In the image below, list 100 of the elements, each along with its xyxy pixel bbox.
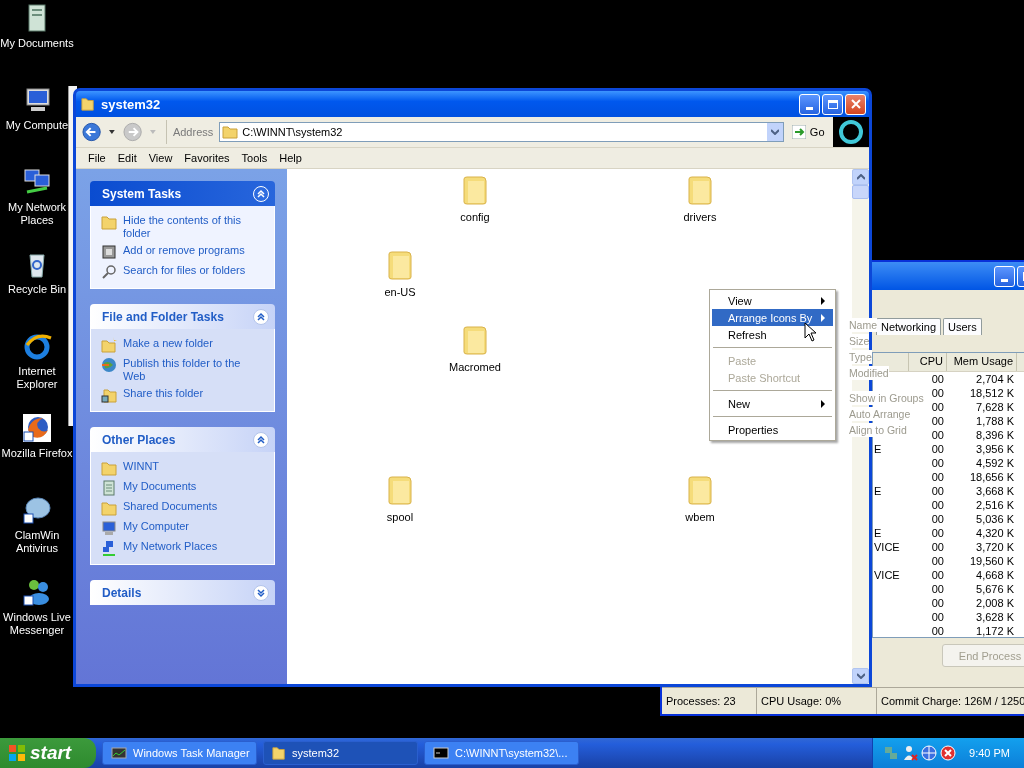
table-cell: 00 [931, 485, 944, 497]
table-cell: 00 [931, 499, 944, 511]
column-header[interactable]: CPU [909, 353, 947, 371]
folder-icon [222, 124, 239, 140]
table-cell: 8,396 K [976, 429, 1014, 441]
folder-label[interactable]: wbem [685, 511, 715, 523]
maximize-button[interactable] [822, 93, 843, 115]
table-cell: 00 [931, 457, 944, 469]
menu-item[interactable]: Auto Arrange [849, 407, 911, 421]
folder-icon [101, 500, 117, 516]
pane-header[interactable]: Other Places [90, 427, 275, 452]
icon-label: My Network Places [6, 201, 68, 227]
menu-item[interactable]: Show in Groups [849, 391, 924, 405]
menu-item[interactable]: Favorites [178, 152, 236, 164]
menu-item[interactable]: View [712, 292, 833, 309]
task-link[interactable]: Shared Documents [123, 500, 218, 513]
table-cell: 00 [931, 555, 944, 567]
folder-icon [81, 96, 95, 112]
table-cell: 1,788 K [976, 415, 1014, 427]
menu-item[interactable]: Name [849, 318, 877, 332]
computer-icon [101, 520, 117, 536]
menu-item[interactable]: Align to Grid [849, 423, 907, 437]
table-cell: 00 [931, 387, 944, 399]
clock: 9:40 PM [969, 747, 1010, 759]
table-cell: 00 [931, 429, 944, 441]
menu-item[interactable]: View [142, 152, 179, 164]
table-cell: 3,628 K [976, 611, 1014, 623]
start-button[interactable]: start [0, 738, 96, 768]
dropdown-icon[interactable] [770, 129, 779, 135]
icon-label: Windows Live Messenger [2, 611, 72, 637]
menu-item[interactable]: Size [849, 334, 870, 348]
target-icon[interactable] [921, 745, 938, 761]
taskbar-button[interactable]: Windows Task Manager [102, 741, 257, 765]
task-link[interactable]: Hide the contents of this folder [123, 214, 264, 240]
folder-label[interactable]: drivers [683, 211, 717, 223]
task-link[interactable]: Share this folder [123, 387, 204, 400]
table-cell: 00 [931, 401, 944, 413]
cursor-icon [804, 322, 816, 342]
user-icon[interactable] [902, 745, 919, 761]
address-field[interactable]: C:\WINNT\system32 [219, 122, 784, 142]
caret-icon[interactable] [109, 130, 115, 134]
folder-label[interactable]: en-US [384, 286, 416, 298]
task-link[interactable]: Add or remove programs [123, 244, 245, 257]
menu-item[interactable]: Tools [235, 152, 274, 164]
folder-label[interactable]: spool [386, 511, 414, 523]
task-link[interactable]: Make a new folder [123, 337, 213, 350]
column-header[interactable]: Mem Usage [947, 353, 1017, 371]
task-link[interactable]: WINNT [123, 460, 160, 473]
pane-header[interactable]: Details [90, 580, 275, 605]
table-cell: 00 [931, 471, 944, 483]
caret-down-icon [856, 673, 865, 679]
menu-item[interactable]: New [712, 395, 833, 412]
chevron-icon[interactable] [253, 584, 269, 601]
table-cell: 00 [931, 513, 944, 525]
table-cell: 3,668 K [976, 485, 1014, 497]
menu-item[interactable]: Refresh [712, 326, 833, 343]
scroll-thumb[interactable] [852, 185, 869, 199]
menu-item[interactable]: Modified [849, 366, 889, 380]
folder-label[interactable]: config [460, 211, 490, 223]
search-icon [101, 264, 117, 280]
task-link[interactable]: My Computer [123, 520, 190, 533]
menu-item[interactable]: Help [273, 152, 308, 164]
network-icon [101, 540, 117, 556]
scroll-up-button[interactable] [852, 169, 869, 185]
task-link[interactable]: My Network Places [123, 540, 218, 553]
task-link[interactable]: My Documents [123, 480, 197, 493]
pane-header[interactable]: File and Folder Tasks [90, 304, 275, 329]
taskbar-button[interactable]: system32 [263, 741, 418, 765]
menu-item[interactable]: Properties [712, 421, 833, 438]
folder-label[interactable]: Macromed [449, 361, 501, 373]
tab[interactable]: Users [943, 318, 982, 335]
menu-item[interactable]: Arrange Icons By [712, 309, 833, 326]
task-link[interactable]: Search for files or folders [123, 264, 246, 277]
table-cell: 18,512 K [969, 387, 1014, 399]
tab[interactable]: Networking [876, 318, 942, 335]
share-icon [101, 387, 117, 403]
table-cell: 4,320 K [976, 527, 1014, 539]
close-icon [849, 98, 862, 110]
chevron-icon[interactable] [253, 308, 269, 325]
task-link[interactable]: Publish this folder to the Web [123, 357, 264, 383]
table-cell: 00 [931, 415, 944, 427]
taskbar-button[interactable]: C:\WINNT\system32\... [424, 741, 579, 765]
pane-header[interactable]: System Tasks [90, 181, 275, 206]
submenu-arrow-icon [821, 399, 825, 408]
menu-item[interactable]: Type [849, 350, 872, 364]
table-cell: 3,720 K [976, 541, 1014, 553]
newfolder-icon [101, 337, 117, 353]
chevron-icon[interactable] [253, 431, 269, 448]
scroll-down-button[interactable] [852, 668, 869, 684]
minimize-button[interactable] [799, 93, 820, 115]
table-cell: 00 [931, 373, 944, 385]
back-button[interactable] [82, 122, 102, 142]
menu-item[interactable]: Edit [111, 152, 143, 164]
minimize-button[interactable] [994, 265, 1015, 287]
menu-item[interactable]: File [82, 152, 112, 164]
table-cell: 19,560 K [969, 555, 1014, 567]
go-button[interactable]: Go [787, 125, 829, 139]
table-cell: 2,516 K [976, 499, 1014, 511]
close-button[interactable] [845, 93, 866, 115]
table-cell: 00 [931, 611, 944, 623]
